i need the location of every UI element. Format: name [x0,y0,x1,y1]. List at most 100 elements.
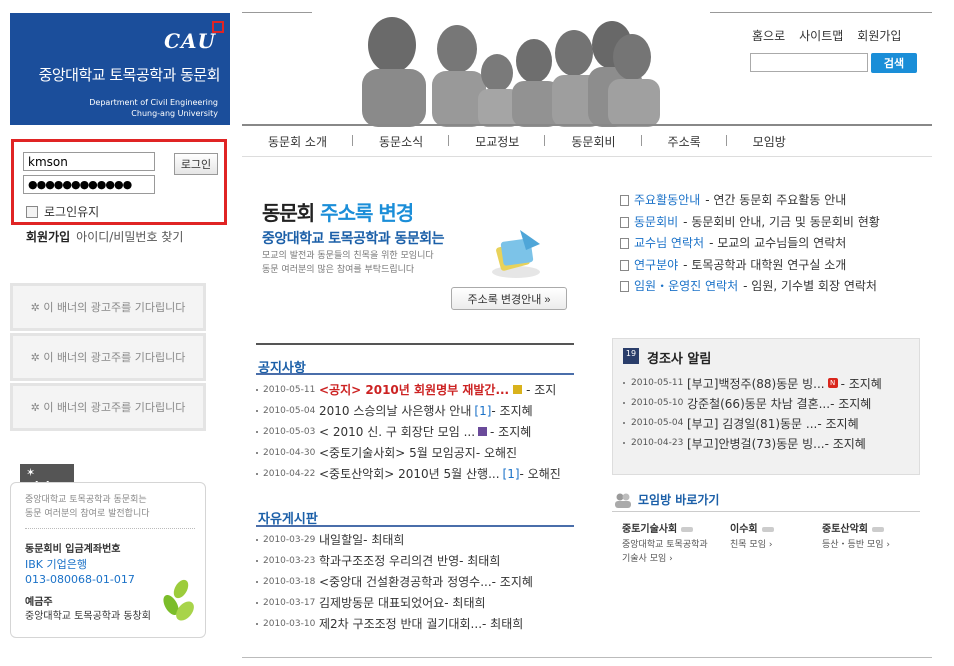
list-item[interactable]: 2010-03-10 제2차 구조조정 반대 궐기대회... - 최태희 [256,613,574,634]
meeting-engineers-society[interactable]: 중토기술사회 중앙대학교 토목공학과 기술사 모임 › [622,520,708,566]
list-item[interactable]: 2010-04-30 <중토기술사회> 5월 모임공지 - 오해진 [256,442,574,463]
bullet [256,622,258,625]
bullet [256,601,258,604]
bar-decoration [681,526,694,532]
list-item[interactable]: 2010-05-11 <공지> 2010년 회원명부 재발간... - 조지 [256,379,574,400]
bar-decoration [872,526,884,532]
main-nav: 동문회 소개 동문소식 모교정보 동문회비 주소록 모임방 [242,126,932,156]
bullet [623,442,625,444]
bullet [256,409,258,412]
top-links: 홈으로 사이트맵 회원가입 [752,27,901,44]
nav-school-info[interactable]: 모교정보 [449,133,546,150]
list-item[interactable]: 2010-05-04 2010 스승의날 사은행사 안내 [1] - 조지혜 [256,400,574,421]
attachment-icon [513,385,523,394]
notice-top-rule [256,343,574,345]
document-icon [620,216,629,228]
address-change-guide-button[interactable]: 주소록 변경안내 » [451,287,567,310]
meeting-isuhoe[interactable]: 이수회 친목 모임 › [730,520,774,552]
promo-description: 모교의 발전과 동문들의 친목을 위한 모임니다 동문 여러분의 많은 참여를 부… [262,251,434,275]
divider [25,528,195,529]
document-icon [620,281,629,293]
join-link[interactable]: 회원가입 [857,29,901,43]
ad-banner[interactable]: ✲ 이 배너의 광고주를 기다립니다 [10,333,206,381]
site-logo[interactable]: CAU 중앙대학교 토목공학과 동문회 Department of Civil … [10,13,230,125]
meeting-hiking-club[interactable]: 중토산악회 등산・등반 모임 › [822,520,890,552]
find-account-link[interactable]: 아이디/비밀번호 찾기 [76,230,183,244]
people-icon [615,493,631,508]
quick-link-activities[interactable]: 주요활동안내 - 연간 동문회 주요활동 안내 [620,190,880,212]
account-holder: 예금주 중앙대학교 토목공학과 동창회 [25,597,151,622]
bullet [623,402,625,404]
signup-link[interactable]: 회원가입 [26,230,70,244]
alumni-group-photo [312,9,710,127]
list-item[interactable]: 2010-05-11 [부고]백정주(88)동문 빙... N - 조지혜 [623,373,882,393]
quick-link-officers[interactable]: 임원・운영진 연락처 - 임원, 기수별 회장 연락처 [620,276,880,298]
bullet [256,430,258,433]
bullet [256,538,258,541]
search-input[interactable] [750,53,868,72]
notice-rule [256,373,574,375]
free-board-rule [256,525,574,527]
meeting-rooms-title[interactable]: 모임방 바로가기 [614,491,719,508]
meeting-rooms-rule [612,511,920,512]
giving-description: 중앙대학교 토목공학과 동문회는 동문 여러분의 참여로 발전합니다 [25,495,150,519]
user-id-input[interactable] [23,152,155,171]
nav-about[interactable]: 동문회 소개 [242,133,354,150]
list-item[interactable]: 2010-03-23 학과구조조정 우리의견 반영 - 최태희 [256,550,574,571]
giving-tag: ✶ giving [20,464,74,492]
document-icon [620,195,629,207]
list-item[interactable]: 2010-04-22 <중토산악회> 2010년 5월 산행... [1] - 오해… [256,463,574,484]
nav-dues[interactable]: 동문회비 [545,133,642,150]
bullet [256,559,258,562]
bar-decoration [761,526,774,532]
document-icon [620,238,629,250]
site-name-english: Department of Civil Engineering Chung-ang… [89,98,218,118]
bank-account: IBK 기업은행 013-080068-01-017 [25,558,135,586]
list-item[interactable]: 2010-05-03 < 2010 신. 구 회장단 모임 ... - 조지혜 [256,421,574,442]
footer-rule [242,657,932,658]
login-button[interactable]: 로그인 [174,153,218,175]
disk-icon [478,427,488,436]
family-events-box: 19 경조사 알림 2010-05-11 [부고]백정주(88)동문 빙... N … [612,338,920,475]
list-item[interactable]: 2010-03-17 김제방동문 대표되었어요 - 최태희 [256,592,574,613]
logo-accent-square [212,21,224,33]
calendar-icon: 19 [623,348,639,364]
nav-news[interactable]: 동문소식 [353,133,450,150]
nav-meetings[interactable]: 모임방 [727,133,812,150]
password-input[interactable] [23,175,155,194]
family-events-title[interactable]: 경조사 알림 [647,348,711,367]
keep-login-checkbox[interactable]: 로그인유지 [26,203,99,220]
notice-list: 2010-05-11 <공지> 2010년 회원명부 재발간... - 조지 20… [256,379,574,484]
bullet [256,451,258,454]
ad-banner[interactable]: ✲ 이 배너의 광고주를 기다립니다 [10,383,206,431]
login-links: 회원가입 아이디/비밀번호 찾기 [26,228,183,245]
leaf-icon [163,579,194,621]
quick-link-research[interactable]: 연구분야 - 토목공학과 대학원 연구실 소개 [620,255,880,277]
list-item[interactable]: 2010-03-29 내일할일 - 최태희 [256,529,574,550]
account-label: 동문회비 입금계좌번호 [25,544,121,555]
list-item[interactable]: 2010-05-10 강준철(66)동문 차남 결혼... - 조지혜 [623,393,882,413]
new-badge-icon: N [827,378,838,388]
bullet [623,382,625,384]
quick-link-dues[interactable]: 동문회비 - 동문회비 안내, 기금 및 동문회비 현황 [620,212,880,234]
promo-subtitle: 중앙대학교 토목공학과 동문회는 [262,231,445,247]
nav-bottom-rule [242,156,932,157]
list-item[interactable]: 2010-03-18 <중앙대 건설환경공학과 정영수... - 조지혜 [256,571,574,592]
list-item[interactable]: 2010-04-23 [부고]안병걸(73)동문 빙... - 조지혜 [623,433,882,453]
document-icon [620,259,629,271]
sitemap-link[interactable]: 사이트맵 [799,29,843,43]
family-events-list: 2010-05-11 [부고]백정주(88)동문 빙... N - 조지혜 2010… [623,373,882,453]
quick-link-professors[interactable]: 교수님 연락처 - 모교의 교수님들의 연락처 [620,233,880,255]
list-item[interactable]: 2010-05-04 [부고] 김경일(81)동문 ... - 조지혜 [623,413,882,433]
nav-directory[interactable]: 주소록 [642,133,727,150]
ad-banner[interactable]: ✲ 이 배너의 광고주를 기다립니다 [10,283,206,331]
quick-links: 주요활동안내 - 연간 동문회 주요활동 안내 동문회비 - 동문회비 안내, … [620,190,880,298]
search-button[interactable]: 검색 [871,53,917,73]
bullet [256,580,258,583]
cau-logo-mark: CAU [164,21,224,53]
login-box: 로그인 로그인유지 [11,139,227,225]
checkbox-icon[interactable] [26,205,38,218]
site-name: 중앙대학교 토목공학과 동문회 [38,66,221,84]
free-board-list: 2010-03-29 내일할일 - 최태희 2010-03-23 학과구조조정 우리… [256,529,574,634]
home-link[interactable]: 홈으로 [752,29,785,43]
